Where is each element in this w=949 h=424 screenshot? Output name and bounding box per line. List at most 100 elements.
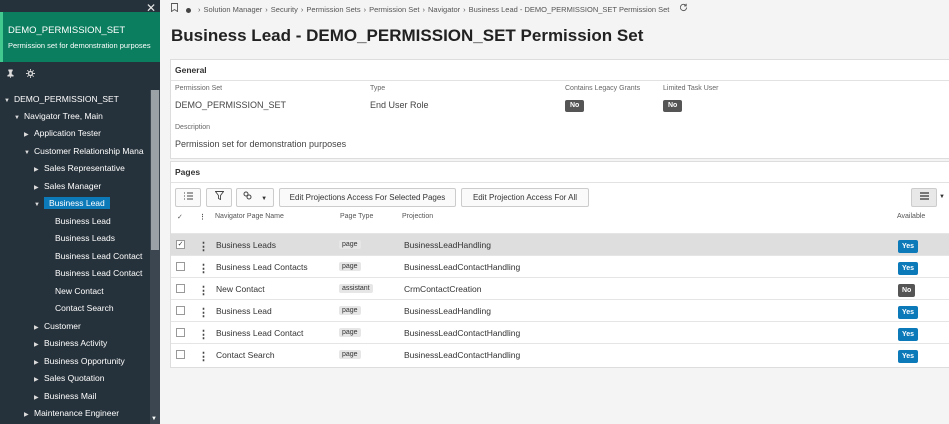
column-header-projection[interactable]: Projection bbox=[402, 213, 433, 220]
limited-task-user-badge: No bbox=[663, 100, 683, 112]
group-dropdown-button[interactable]: ▼ bbox=[236, 188, 274, 207]
row-checkbox[interactable] bbox=[176, 284, 185, 293]
table-row[interactable]: ⋮ Business Lead Contact page BusinessLea… bbox=[171, 321, 949, 344]
settings-icon[interactable] bbox=[25, 69, 35, 81]
tree-expander-icon[interactable]: ▶ bbox=[34, 355, 44, 371]
scrollbar-thumb[interactable] bbox=[151, 90, 159, 250]
description-label: Description bbox=[175, 124, 211, 131]
page-name: Business Lead Contact bbox=[216, 328, 304, 338]
tree-item[interactable]: Contact Search bbox=[55, 300, 114, 316]
tree-item[interactable]: ▶ Business Opportunity bbox=[34, 353, 125, 369]
tree-expander-icon[interactable]: ▶ bbox=[34, 372, 44, 388]
row-checkbox[interactable]: ✓ bbox=[176, 240, 185, 249]
tree-item[interactable]: New Contact bbox=[55, 283, 104, 299]
breadcrumb-item[interactable]: Permission Sets bbox=[306, 5, 360, 14]
available-badge: Yes bbox=[898, 240, 919, 253]
view-options-chevron-icon[interactable]: ▼ bbox=[939, 194, 945, 200]
tree-item[interactable]: ▼ DEMO_PERMISSION_SET bbox=[4, 91, 119, 107]
tree-item[interactable]: ▼ Customer Relationship Mana bbox=[24, 143, 144, 159]
group-icon bbox=[243, 191, 252, 200]
tree-item-selected[interactable]: ▼ Business Lead bbox=[34, 195, 110, 211]
tree-expander-icon[interactable]: ▶ bbox=[24, 127, 34, 143]
tree-item[interactable]: Business Leads bbox=[55, 230, 115, 246]
tree-item-label: Business Leads bbox=[55, 233, 116, 243]
legacy-grants-badge: No bbox=[565, 100, 585, 112]
table-row[interactable]: ⋮ Business Lead page BusinessLeadHandlin… bbox=[171, 299, 949, 322]
row-menu-icon[interactable]: ⋮ bbox=[198, 240, 209, 253]
column-options-icon[interactable]: ⋮ bbox=[199, 213, 206, 221]
tree-item[interactable]: ▶ Business Mail bbox=[34, 388, 96, 404]
sidebar-scrollbar[interactable]: ▼ bbox=[150, 90, 160, 424]
projection-name: BusinessLeadHandling bbox=[404, 240, 491, 250]
sidebar-header[interactable]: DEMO_PERMISSION_SET Permission set for d… bbox=[0, 12, 160, 62]
column-header-available[interactable]: Available bbox=[897, 213, 925, 220]
column-header-type[interactable]: Page Type bbox=[340, 213, 373, 220]
breadcrumb-item[interactable]: Solution Manager bbox=[204, 5, 263, 14]
tree-item[interactable]: ▶ Sales Representative bbox=[34, 160, 125, 176]
breadcrumb-item[interactable]: Permission Set bbox=[369, 5, 419, 14]
table-view-button[interactable] bbox=[911, 188, 937, 207]
projection-name: BusinessLeadContactHandling bbox=[404, 328, 521, 338]
page-type-badge: page bbox=[339, 262, 361, 271]
tree-expander-icon[interactable]: ▼ bbox=[14, 110, 24, 126]
tree-item[interactable]: Business Lead Contact bbox=[55, 265, 142, 281]
edit-selected-projections-button[interactable]: Edit Projections Access For Selected Pag… bbox=[279, 188, 456, 207]
table-row[interactable]: ⋮ Contact Search page BusinessLeadContac… bbox=[171, 343, 949, 366]
breadcrumb-item[interactable]: Navigator bbox=[428, 5, 460, 14]
pin-icon[interactable] bbox=[6, 69, 18, 81]
tree-expander-icon[interactable]: ▼ bbox=[24, 145, 34, 161]
tree-item-label: Sales Representative bbox=[44, 163, 125, 173]
breadcrumb-separator: › bbox=[198, 5, 201, 14]
edit-all-projections-button[interactable]: Edit Projection Access For All bbox=[461, 188, 589, 207]
row-menu-icon[interactable]: ⋮ bbox=[198, 306, 209, 319]
page-type-badge: page bbox=[339, 306, 361, 315]
row-menu-icon[interactable]: ⋮ bbox=[198, 328, 209, 341]
tree-expander-icon[interactable]: ▶ bbox=[34, 180, 44, 196]
tree-item[interactable]: ▶ Maintenance Engineer bbox=[24, 405, 119, 421]
bookmark-icon[interactable] bbox=[171, 3, 178, 14]
sidebar-subtitle: Permission set for demonstration purpose… bbox=[8, 41, 151, 50]
tree-item[interactable]: Business Lead bbox=[55, 213, 111, 229]
select-all-checkbox[interactable]: ✓ bbox=[177, 213, 183, 221]
row-checkbox[interactable] bbox=[176, 306, 185, 315]
tree-item[interactable]: ▶ Sales Manager bbox=[34, 178, 101, 194]
tree-expander-icon[interactable]: ▶ bbox=[34, 337, 44, 353]
tree-item[interactable]: ▶ Business Activity bbox=[34, 335, 107, 351]
tree-expander-icon[interactable]: ▶ bbox=[34, 320, 44, 336]
projection-name: BusinessLeadHandling bbox=[404, 306, 491, 316]
tree-item[interactable]: ▶ Sales Quotation bbox=[34, 370, 104, 386]
row-menu-icon[interactable]: ⋮ bbox=[198, 262, 209, 275]
type-label: Type bbox=[370, 85, 386, 92]
projection-name: CrmContactCreation bbox=[404, 284, 482, 294]
general-heading: General bbox=[175, 65, 207, 75]
scroll-down-icon[interactable]: ▼ bbox=[151, 416, 157, 422]
table-row[interactable]: ⋮ New Contact assistant CrmContactCreati… bbox=[171, 277, 949, 300]
tree-item[interactable]: ▶ Customer bbox=[34, 318, 81, 334]
tree-expander-icon[interactable]: ▶ bbox=[34, 390, 44, 406]
column-header-name[interactable]: Navigator Page Name bbox=[215, 213, 284, 220]
filter-button[interactable] bbox=[206, 188, 232, 207]
refresh-icon[interactable] bbox=[679, 3, 688, 14]
table-row[interactable]: ✓ ⋮ Business Leads page BusinessLeadHand… bbox=[171, 233, 949, 256]
table-row[interactable]: ⋮ Business Lead Contacts page BusinessLe… bbox=[171, 255, 949, 278]
row-menu-icon[interactable]: ⋮ bbox=[198, 350, 209, 363]
tree-item-label: Business Lead bbox=[55, 216, 111, 226]
type-value: End User Role bbox=[370, 100, 429, 110]
page-type-badge: page bbox=[339, 240, 361, 249]
tree-expander-icon[interactable]: ▶ bbox=[24, 407, 34, 423]
tree-item[interactable]: ▼ Navigator Tree, Main bbox=[14, 108, 103, 124]
tree-item[interactable]: Business Lead Contact bbox=[55, 248, 142, 264]
home-icon[interactable] bbox=[186, 7, 191, 13]
available-badge: Yes bbox=[898, 306, 919, 319]
tree-expander-icon[interactable]: ▼ bbox=[34, 197, 44, 213]
row-checkbox[interactable] bbox=[176, 328, 185, 337]
row-checkbox[interactable] bbox=[176, 350, 185, 359]
chevron-down-icon: ▼ bbox=[261, 196, 268, 202]
tree-expander-icon[interactable]: ▼ bbox=[4, 93, 14, 109]
row-menu-icon[interactable]: ⋮ bbox=[198, 284, 209, 297]
list-view-button[interactable] bbox=[175, 188, 201, 207]
row-checkbox[interactable] bbox=[176, 262, 185, 271]
tree-item[interactable]: ▶ Application Tester bbox=[24, 125, 101, 141]
tree-expander-icon[interactable]: ▶ bbox=[34, 162, 44, 178]
breadcrumb-item[interactable]: Security bbox=[271, 5, 298, 14]
